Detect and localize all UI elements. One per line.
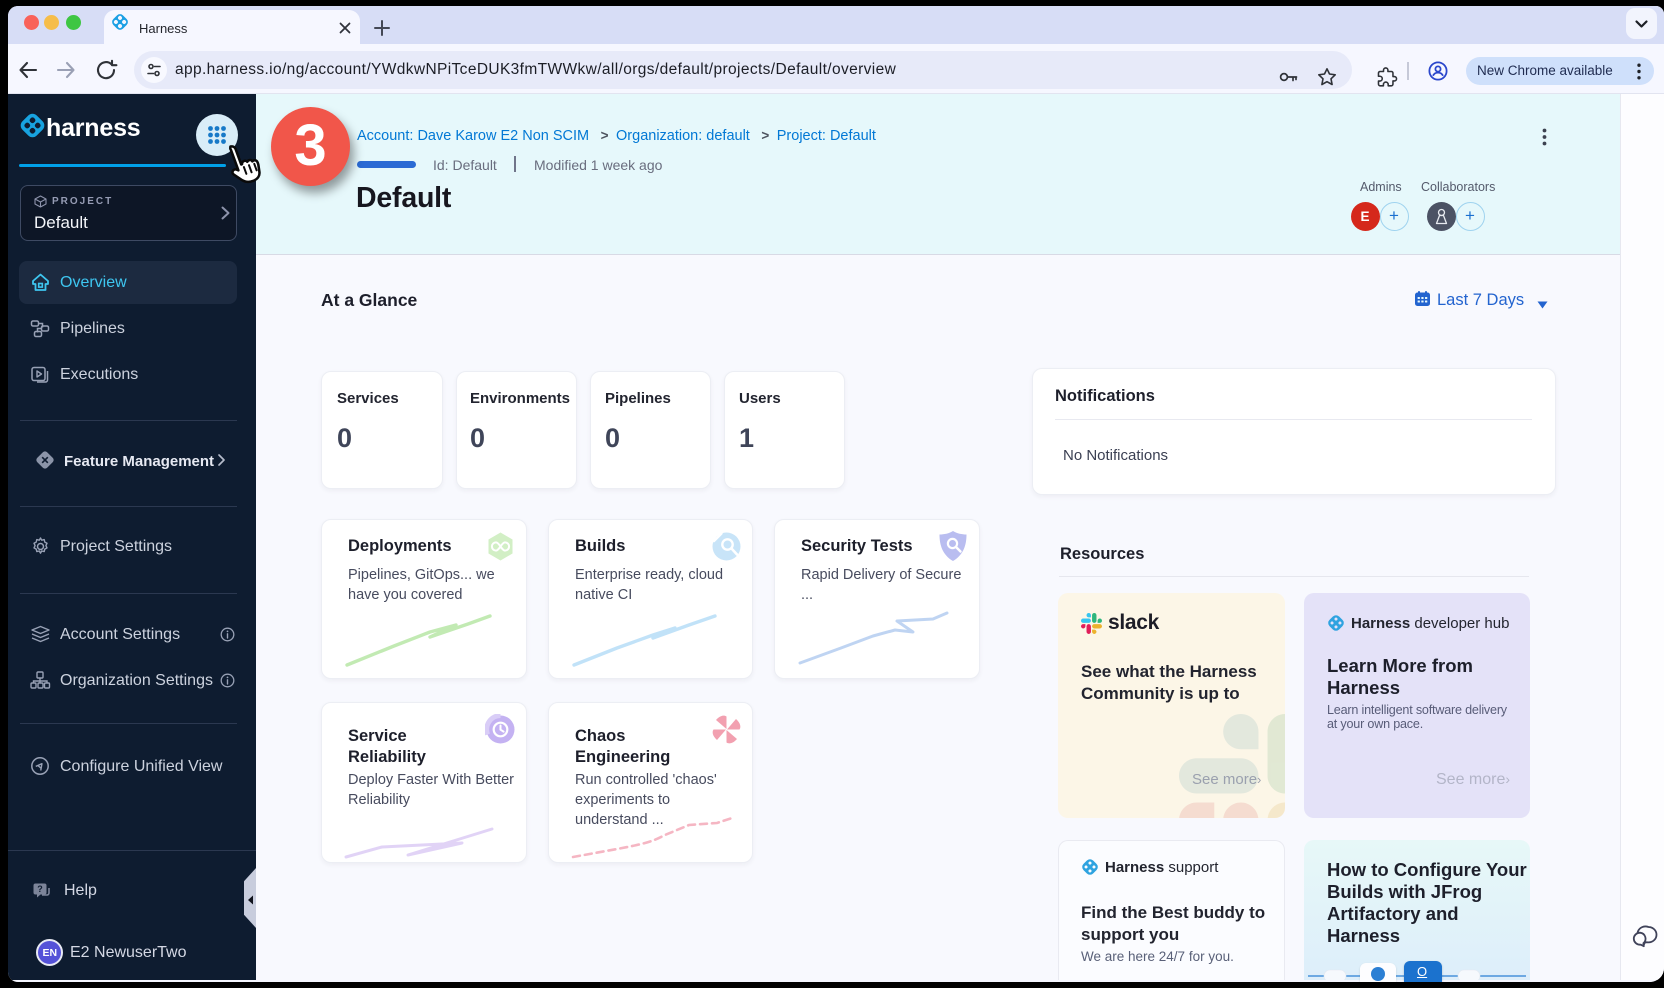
svg-text:?: ?: [37, 884, 43, 894]
